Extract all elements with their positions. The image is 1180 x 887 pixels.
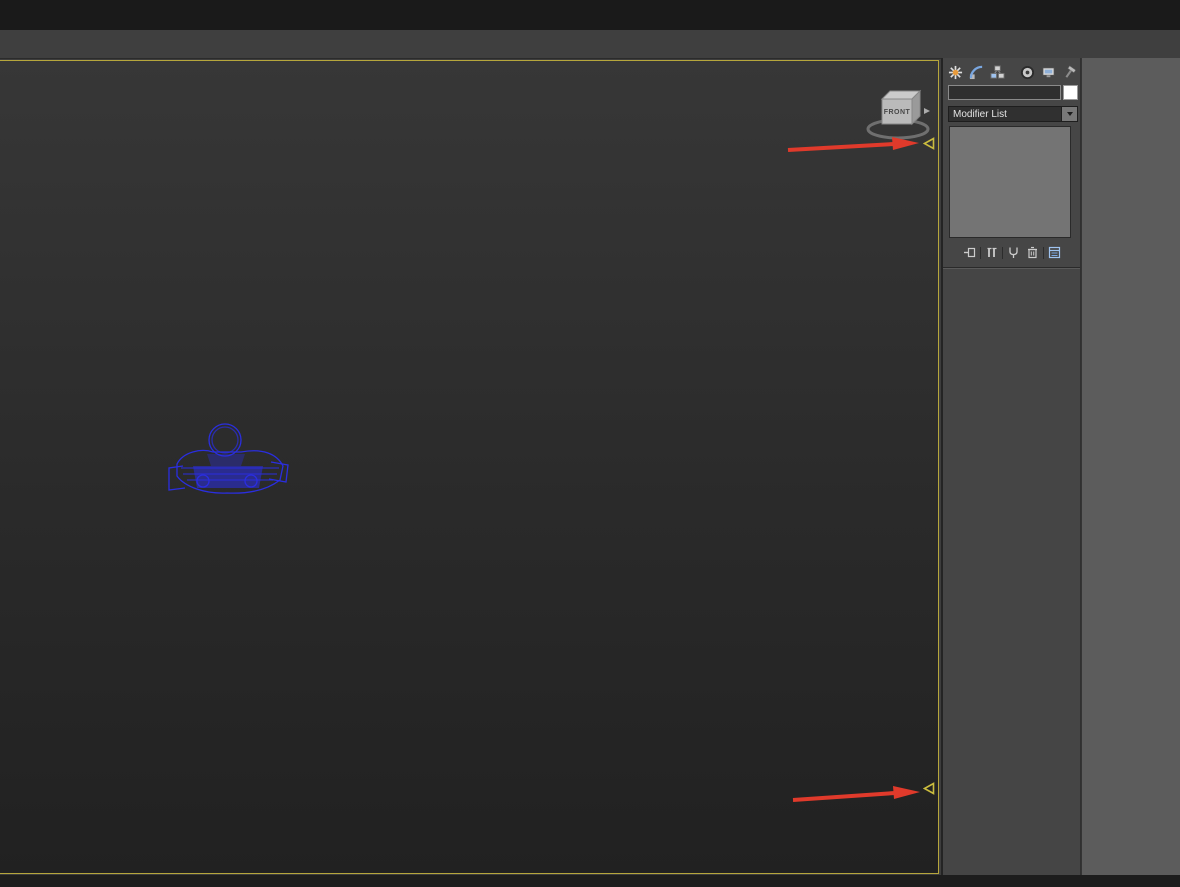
dropdown-arrow-button[interactable] bbox=[1061, 107, 1077, 121]
object-name-input[interactable] bbox=[948, 85, 1061, 100]
modifier-list-label: Modifier List bbox=[953, 108, 1007, 120]
pin-stack-button[interactable] bbox=[961, 245, 978, 261]
object-name-row bbox=[948, 85, 1078, 100]
tab-hierarchy[interactable] bbox=[988, 63, 1007, 81]
modifier-stack-toolbar bbox=[945, 244, 1079, 261]
wireframe-model-icon bbox=[168, 423, 289, 494]
viewcube-icon: FRONT bbox=[866, 89, 930, 140]
modifier-stack-list[interactable] bbox=[949, 126, 1071, 238]
toolbar-separator bbox=[1043, 246, 1044, 259]
hierarchy-icon bbox=[990, 64, 1005, 79]
viewport[interactable]: FRONT bbox=[0, 60, 939, 874]
create-icon bbox=[948, 65, 963, 79]
show-end-result-icon bbox=[987, 247, 997, 257]
modifier-list-dropdown[interactable]: Modifier List bbox=[948, 106, 1078, 122]
viewcube-label[interactable]: FRONT bbox=[884, 109, 911, 116]
object-color-swatch[interactable] bbox=[1063, 85, 1078, 100]
remove-modifier-icon bbox=[1028, 246, 1037, 259]
window-right-gutter bbox=[1081, 58, 1180, 875]
utilities-icon bbox=[1065, 64, 1077, 78]
chevron-down-icon bbox=[1066, 112, 1073, 116]
viewport-clipping-near-marker[interactable] bbox=[922, 137, 935, 150]
command-panel-tabs bbox=[946, 62, 1079, 82]
viewport-clipping-far-marker[interactable] bbox=[922, 782, 935, 795]
viewcube[interactable]: FRONT bbox=[862, 84, 938, 142]
menubar bbox=[0, 30, 1180, 59]
tab-utilities[interactable] bbox=[1060, 63, 1079, 81]
application-window: FRONT Modifier List bbox=[0, 0, 1180, 887]
titlebar bbox=[0, 0, 1180, 30]
scene-object-wireframe[interactable] bbox=[167, 418, 291, 502]
motion-icon bbox=[1020, 65, 1035, 79]
clip-triangle-icon bbox=[922, 137, 935, 150]
rollout-area bbox=[943, 269, 1080, 875]
configure-modifier-sets-button[interactable] bbox=[1046, 245, 1063, 261]
tab-modify[interactable] bbox=[967, 63, 986, 81]
arrow-icon bbox=[792, 786, 920, 802]
remove-modifier-button[interactable] bbox=[1024, 245, 1041, 261]
annotation-arrow-bottom bbox=[791, 785, 921, 810]
tab-display[interactable] bbox=[1039, 63, 1058, 81]
make-unique-icon bbox=[1009, 247, 1018, 258]
make-unique-button[interactable] bbox=[1005, 245, 1022, 261]
display-icon bbox=[1042, 66, 1055, 77]
toolbar-separator bbox=[1002, 246, 1003, 259]
annotation-arrow-top bbox=[786, 137, 920, 160]
clip-triangle-icon bbox=[922, 782, 935, 795]
bottom-bar bbox=[0, 875, 1180, 887]
tab-motion[interactable] bbox=[1018, 63, 1037, 81]
modify-icon bbox=[969, 65, 983, 79]
tab-create[interactable] bbox=[946, 63, 965, 81]
configure-modifier-sets-icon bbox=[1048, 246, 1061, 259]
command-panel: Modifier List bbox=[941, 58, 1081, 875]
show-end-result-button[interactable] bbox=[983, 245, 1000, 261]
toolbar-separator bbox=[980, 246, 981, 259]
arrow-icon bbox=[787, 137, 919, 152]
pin-stack-icon bbox=[964, 247, 976, 258]
